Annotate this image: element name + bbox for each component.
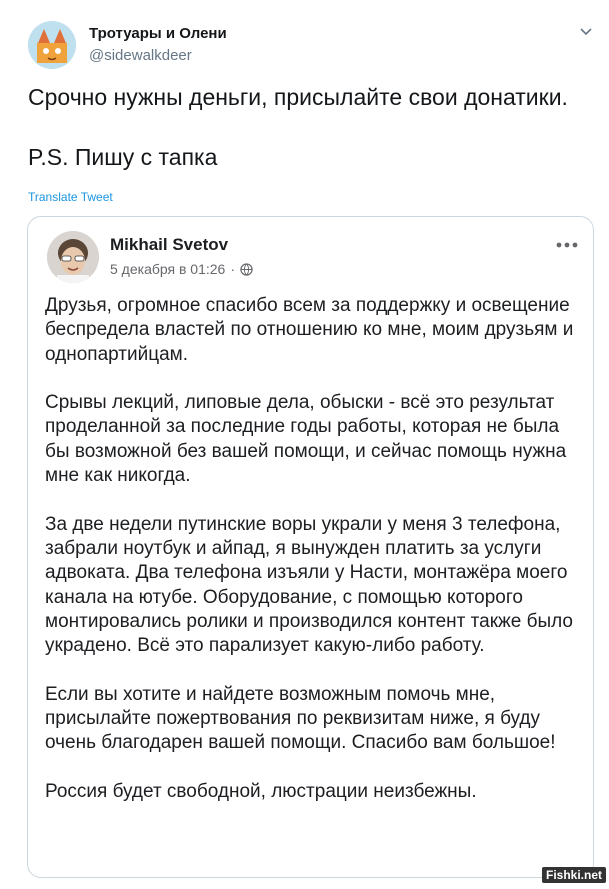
watermark: Fishki.net xyxy=(542,867,607,883)
post-paragraph: Срывы лекций, липовые дела, обыски - всё… xyxy=(45,392,567,487)
post-avatar-image xyxy=(47,231,99,283)
post-meta: 5 декабря в 01:26 · xyxy=(110,261,253,277)
post-paragraph: За две недели путинские воры украли у ме… xyxy=(45,513,573,657)
post-paragraph: Если вы хотите и найдете возможным помоч… xyxy=(45,683,556,754)
embedded-post-card[interactable]: Mikhail Svetov 5 декабря в 01:26 · Друзь… xyxy=(27,216,594,878)
avatar-image xyxy=(28,21,76,69)
chevron-down-icon[interactable] xyxy=(576,22,596,42)
post-author-name[interactable]: Mikhail Svetov xyxy=(110,235,228,255)
post-author-avatar[interactable] xyxy=(47,231,99,283)
post-body: Друзья, огромное спасибо всем за поддерж… xyxy=(45,294,575,829)
translate-tweet-link[interactable]: Translate Tweet xyxy=(28,190,113,204)
meta-separator: · xyxy=(230,261,236,277)
tweet-paragraph: Срочно нужны деньги, присылайте свои дон… xyxy=(28,84,568,110)
tweet-paragraph: P.S. Пишу с тапка xyxy=(28,144,218,170)
author-avatar[interactable] xyxy=(28,21,76,69)
more-horizontal-icon[interactable] xyxy=(553,237,581,253)
post-paragraph: Друзья, огромное спасибо всем за поддерж… xyxy=(45,295,574,365)
globe-icon xyxy=(240,262,253,276)
post-paragraph: Россия будет свободной, люстрации неизбе… xyxy=(45,780,477,802)
author-name[interactable]: Тротуары и Олени xyxy=(89,25,227,42)
post-date[interactable]: 5 декабря в 01:26 xyxy=(110,261,225,277)
tweet-text: Срочно нужны деньги, присылайте свои дон… xyxy=(28,82,598,172)
author-handle[interactable]: @sidewalkdeer xyxy=(89,47,192,64)
